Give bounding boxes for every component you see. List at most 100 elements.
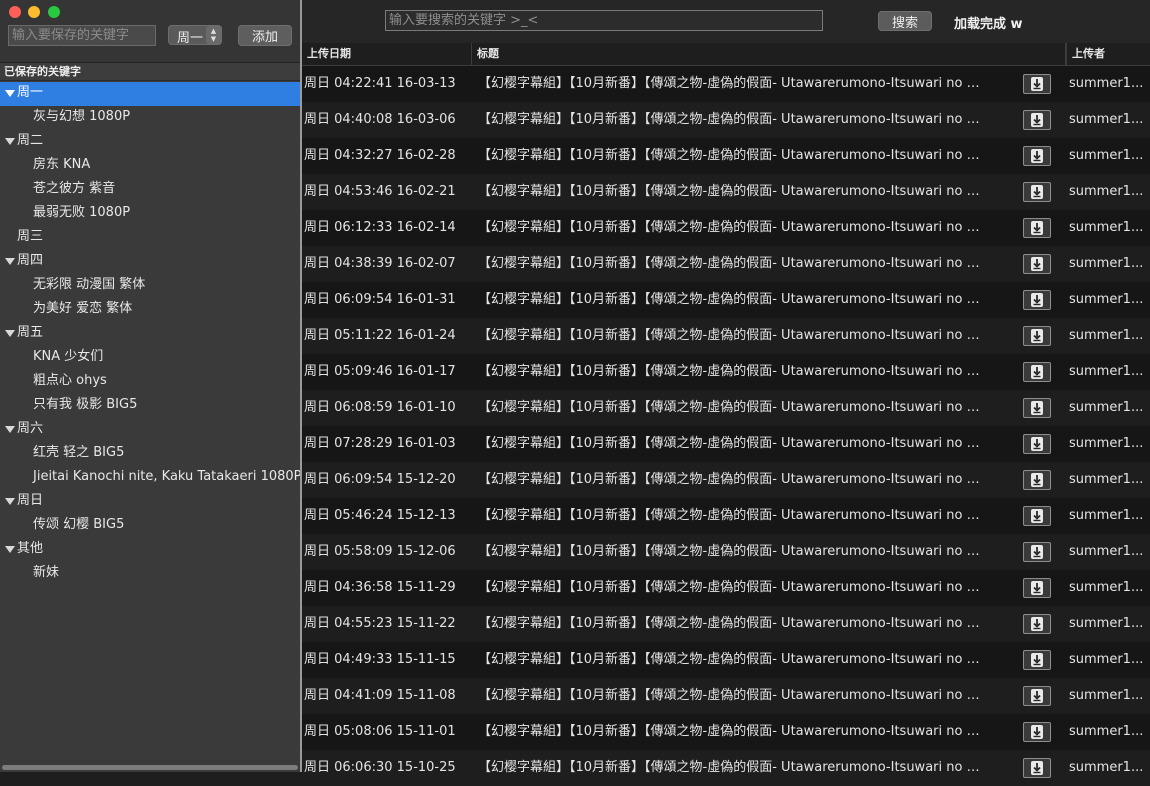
tree-keyword-row[interactable]: 粗点心 ohys — [0, 370, 300, 394]
table-row[interactable]: 周日 05:46:24 15-12-13 【幻樱字幕組】【10月新番】【傳頌之物-… — [302, 498, 1150, 534]
download-button[interactable] — [1023, 686, 1051, 706]
column-header-title[interactable]: 标题 — [472, 43, 1066, 65]
uploader-cell: summer1... — [1069, 400, 1144, 415]
tree-keyword-row[interactable]: 无彩限 动漫国 繁体 — [0, 274, 300, 298]
tree-keyword-row[interactable]: 灰与幻想 1080P — [0, 106, 300, 130]
search-button[interactable]: 搜索 — [878, 11, 932, 31]
download-arrow-icon — [1031, 77, 1043, 91]
weekday-select[interactable]: 周一 ▲ ▼ — [168, 25, 222, 46]
tree-keyword-row[interactable]: 房东 KNA — [0, 154, 300, 178]
tree-group-row[interactable]: 周日 — [0, 490, 300, 514]
download-button[interactable] — [1023, 614, 1051, 634]
download-button[interactable] — [1023, 326, 1051, 346]
download-button[interactable] — [1023, 110, 1051, 130]
weekday-select-value: 周一 — [177, 31, 204, 46]
close-window-button[interactable] — [9, 6, 21, 18]
download-button[interactable] — [1023, 362, 1051, 382]
search-toolbar: 搜索 加载完成 w — [302, 0, 1150, 43]
saved-keywords-panel: 周一 ▲▼ 添加 已保存的关键字 周一灰与幻想 1080P 周二房东 KNA 苍之彼… — [0, 0, 302, 772]
title-cell: 【幻樱字幕組】【10月新番】【傳頌之物-虛偽的假面- Utawarerumono… — [478, 76, 982, 91]
download-button[interactable] — [1023, 506, 1051, 526]
tree-group-row[interactable]: 周六 — [0, 418, 300, 442]
download-button[interactable] — [1023, 254, 1051, 274]
download-button[interactable] — [1023, 758, 1051, 778]
download-button[interactable] — [1023, 470, 1051, 490]
tree-keyword-row[interactable]: 只有我 极影 BIG5 — [0, 394, 300, 418]
add-keyword-button[interactable]: 添加 — [238, 25, 292, 46]
tree-keyword-row[interactable]: Jieitai Kanochi nite, Kaku Tatakaeri 108… — [0, 466, 302, 490]
download-button[interactable] — [1023, 218, 1051, 238]
table-row[interactable]: 周日 05:08:06 15-11-01 【幻樱字幕組】【10月新番】【傳頌之物-… — [302, 714, 1150, 750]
download-button[interactable] — [1023, 182, 1051, 202]
scrollbar-thumb[interactable] — [2, 765, 298, 770]
table-row[interactable]: 周日 06:09:54 15-12-20 【幻樱字幕組】【10月新番】【傳頌之物-… — [302, 462, 1150, 498]
disclosure-triangle-icon[interactable] — [5, 138, 15, 145]
tree-keyword-row[interactable]: 苍之彼方 紫音 — [0, 178, 300, 202]
table-row[interactable]: 周日 04:40:08 16-03-06 【幻樱字幕組】【10月新番】【傳頌之物-… — [302, 102, 1150, 138]
keyword-toolbar: 周一 ▲▼ 添加 — [0, 0, 300, 63]
download-button[interactable] — [1023, 542, 1051, 562]
download-button[interactable] — [1023, 74, 1051, 94]
uploader-cell: summer1... — [1069, 508, 1144, 523]
table-row[interactable]: 周日 06:06:30 15-10-25 【幻樱字幕組】【10月新番】【傳頌之物-… — [302, 750, 1150, 786]
table-row[interactable]: 周日 04:22:41 16-03-13 【幻樱字幕組】【10月新番】【傳頌之物-… — [302, 66, 1150, 102]
table-row[interactable]: 周日 05:11:22 16-01-24 【幻樱字幕組】【10月新番】【傳頌之物-… — [302, 318, 1150, 354]
uploader-cell: summer1... — [1069, 544, 1144, 559]
minimize-window-button[interactable] — [28, 6, 40, 18]
title-cell: 【幻樱字幕組】【10月新番】【傳頌之物-虛偽的假面- Utawarerumono… — [478, 652, 982, 667]
tree-keyword-row[interactable]: KNA 少女们 — [0, 346, 300, 370]
tree-keyword-row[interactable]: 传颂 幻樱 BIG5 — [0, 514, 300, 538]
tree-group-row[interactable]: 周四 — [0, 250, 300, 274]
download-button[interactable] — [1023, 398, 1051, 418]
table-row[interactable]: 周日 05:58:09 15-12-06 【幻樱字幕組】【10月新番】【傳頌之物-… — [302, 534, 1150, 570]
download-button[interactable] — [1023, 578, 1051, 598]
upload-date-cell: 周日 06:12:33 16-02-14 — [304, 220, 456, 235]
download-button[interactable] — [1023, 434, 1051, 454]
tree-group-row[interactable]: 周五 — [0, 322, 300, 346]
disclosure-triangle-icon[interactable] — [5, 546, 15, 553]
disclosure-triangle-icon[interactable] — [5, 90, 15, 97]
download-button[interactable] — [1023, 146, 1051, 166]
table-row[interactable]: 周日 07:28:29 16-01-03 【幻樱字幕組】【10月新番】【傳頌之物-… — [302, 426, 1150, 462]
column-header-date[interactable]: 上传日期 — [302, 43, 472, 65]
table-row[interactable]: 周日 04:49:33 15-11-15 【幻樱字幕組】【10月新番】【傳頌之物-… — [302, 642, 1150, 678]
table-row[interactable]: 周日 06:08:59 16-01-10 【幻樱字幕組】【10月新番】【傳頌之物-… — [302, 390, 1150, 426]
tree-keyword-row[interactable]: 红壳 轻之 BIG5 — [0, 442, 300, 466]
download-button[interactable] — [1023, 290, 1051, 310]
tree-keyword-row[interactable]: 为美好 爱恋 繁体 — [0, 298, 300, 322]
column-header-uploader[interactable]: 上传者 — [1066, 43, 1150, 65]
download-button[interactable] — [1023, 650, 1051, 670]
download-button[interactable] — [1023, 722, 1051, 742]
keyword-input[interactable] — [8, 25, 156, 46]
tree-keyword-row[interactable]: 最弱无败 1080P — [0, 202, 300, 226]
tree-row-label: KNA 少女们 — [33, 349, 104, 364]
tree-group-row[interactable]: 周三 — [0, 226, 300, 250]
table-row[interactable]: 周日 04:36:58 15-11-29 【幻樱字幕組】【10月新番】【傳頌之物-… — [302, 570, 1150, 606]
table-row[interactable]: 周日 04:53:46 16-02-21 【幻樱字幕組】【10月新番】【傳頌之物-… — [302, 174, 1150, 210]
tree-group-row[interactable]: 周一 — [0, 82, 300, 106]
disclosure-triangle-icon[interactable] — [5, 258, 15, 265]
table-row[interactable]: 周日 04:41:09 15-11-08 【幻樱字幕組】【10月新番】【傳頌之物-… — [302, 678, 1150, 714]
table-row[interactable]: 周日 04:55:23 15-11-22 【幻樱字幕組】【10月新番】【傳頌之物-… — [302, 606, 1150, 642]
table-row[interactable]: 周日 05:09:46 16-01-17 【幻樱字幕組】【10月新番】【傳頌之物-… — [302, 354, 1150, 390]
horizontal-scrollbar[interactable] — [0, 764, 300, 772]
search-input[interactable] — [385, 10, 823, 31]
download-arrow-icon — [1031, 401, 1043, 415]
table-row[interactable]: 周日 04:32:27 16-02-28 【幻樱字幕組】【10月新番】【傳頌之物-… — [302, 138, 1150, 174]
upload-date-cell: 周日 04:32:27 16-02-28 — [304, 148, 456, 163]
results-table-header: 上传日期 标题 上传者 — [302, 43, 1150, 66]
table-row[interactable]: 周日 06:12:33 16-02-14 【幻樱字幕組】【10月新番】【傳頌之物-… — [302, 210, 1150, 246]
title-cell: 【幻樱字幕組】【10月新番】【傳頌之物-虛偽的假面- Utawarerumono… — [478, 472, 982, 487]
upload-date-cell: 周日 06:08:59 16-01-10 — [304, 400, 456, 415]
maximize-window-button[interactable] — [48, 6, 60, 18]
table-row[interactable]: 周日 04:38:39 16-02-07 【幻樱字幕組】【10月新番】【傳頌之物-… — [302, 246, 1150, 282]
disclosure-triangle-icon[interactable] — [5, 426, 15, 433]
download-arrow-icon — [1031, 581, 1043, 595]
disclosure-triangle-icon[interactable] — [5, 498, 15, 505]
upload-date-cell: 周日 06:09:54 15-12-20 — [304, 472, 456, 487]
tree-group-row[interactable]: 其他 — [0, 538, 300, 562]
tree-group-row[interactable]: 周二 — [0, 130, 300, 154]
disclosure-triangle-icon[interactable] — [5, 330, 15, 337]
table-row[interactable]: 周日 06:09:54 16-01-31 【幻樱字幕組】【10月新番】【傳頌之物-… — [302, 282, 1150, 318]
tree-keyword-row[interactable]: 新妹 — [0, 562, 300, 586]
